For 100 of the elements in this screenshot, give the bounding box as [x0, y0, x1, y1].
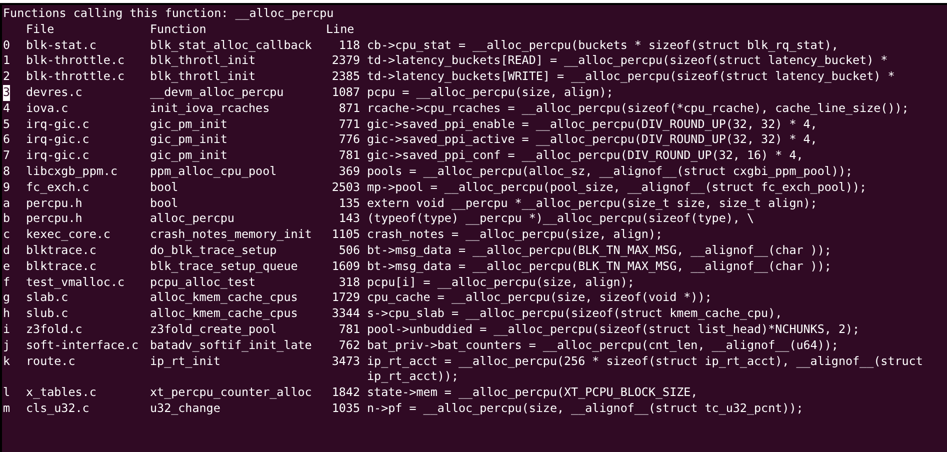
column-header: Function: [150, 22, 206, 38]
code-text: td->latency_buckets[READ] = __alloc_percpu(sizeof(struct latency_bucket) *: [367, 53, 888, 68]
row-index[interactable]: e: [3, 258, 10, 275]
line-number: 318: [338, 274, 360, 290]
row-index[interactable]: 5: [3, 116, 10, 132]
row-index[interactable]: 6: [3, 132, 10, 148]
code-text: pools = __alloc_percpu(alloc_sz, __alignof__(struct cxgbi_ppm_pool));: [367, 164, 853, 178]
file-name: devres.c: [26, 84, 82, 101]
line-number: 1842: [332, 385, 360, 401]
function-name: pcpu_alloc_test: [150, 274, 256, 290]
row-index[interactable]: 9: [3, 180, 10, 196]
code-text: bat_priv->bat_counters = __alloc_percpu(cnt_len, __alignof__(u64));: [367, 338, 838, 352]
function-name: blk_throtl_init: [150, 53, 256, 70]
line-number: 1087: [332, 84, 360, 101]
function-name: __devm_alloc_percpu: [150, 84, 284, 101]
file-name: blk-stat.c: [26, 38, 96, 54]
file-name: irq-gic.c: [26, 116, 90, 132]
function-name: gic_pm_init: [150, 116, 228, 132]
row-index[interactable]: 2: [3, 69, 10, 85]
function-name: z3fold_create_pool: [150, 322, 277, 338]
line-number: 871: [338, 100, 360, 117]
line-number: 1729: [332, 290, 360, 306]
row-index[interactable]: a: [3, 196, 10, 212]
file-name: irq-gic.c: [26, 148, 90, 164]
function-name: bool: [150, 196, 178, 212]
line-number: 776: [338, 132, 360, 148]
line-number: 135: [338, 196, 360, 212]
header-text: Functions calling this function: __alloc_percpu: [3, 6, 334, 22]
code-text: ip_rt_acct = __alloc_percpu(256 * sizeof(struct ip_rt_acct), __alignof__(struct ip_rt_acct));: [367, 354, 924, 384]
row-index[interactable]: i: [3, 322, 10, 338]
code-text: n->pf = __alloc_percpu(size, __alignof__(struct tc_u32_pcnt));: [367, 400, 804, 415]
file-name: irq-gic.c: [26, 132, 90, 148]
code-text: s->cpu_slab = __alloc_percpu(sizeof(struct kmem_cache_cpu),: [367, 306, 782, 320]
row-index[interactable]: b: [3, 211, 10, 228]
file-name: slab.c: [26, 290, 68, 306]
code-text: cb->cpu_stat = __alloc_percpu(buckets * sizeof(struct blk_rq_stat),: [367, 38, 838, 52]
code-text: pool->unbuddied = __alloc_percpu(sizeof(struct list_head)*NCHUNKS, 2);: [367, 322, 860, 336]
code-text: bt->msg_data = __alloc_percpu(BLK_TN_MAX_MSG, __alignof__(char ));: [367, 258, 832, 273]
function-name: alloc_kmem_cache_cpus: [150, 306, 298, 322]
code-text: rcache->cpu_rcaches = __alloc_percpu(sizeof(*cpu_rcache), cache_line_size());: [367, 100, 909, 115]
line-number: 1105: [332, 227, 360, 243]
file-name: test_vmalloc.c: [26, 274, 125, 290]
code-text: gic->saved_ppi_active = __alloc_percpu(DIV_ROUND_UP(32, 32) * 4,: [367, 132, 818, 146]
row-index[interactable]: l: [3, 385, 10, 401]
line-number: 781: [338, 148, 360, 164]
column-header: File: [26, 22, 54, 38]
line-number: 771: [338, 116, 360, 132]
row-index[interactable]: g: [3, 290, 10, 306]
line-number: 2503: [332, 180, 360, 196]
code-text: bt->msg_data = __alloc_percpu(BLK_TN_MAX_MSG, __alignof__(char ));: [367, 242, 832, 257]
code-text: crash_notes = __alloc_percpu(size, align);: [367, 227, 663, 242]
row-index[interactable]: j: [3, 338, 10, 354]
row-index[interactable]: f: [3, 274, 10, 290]
file-name: percpu.h: [26, 196, 82, 212]
code-text: pcpu[i] = __alloc_percpu(size, align);: [367, 274, 634, 289]
code-text: cpu_cache = __alloc_percpu(size, sizeof(void *));: [367, 290, 712, 304]
function-name: xt_percpu_counter_alloc: [150, 385, 312, 401]
code-text: state->mem = __alloc_percpu(XT_PCPU_BLOCK_SIZE,: [367, 385, 698, 400]
file-name: libcxgb_ppm.c: [26, 164, 118, 180]
function-name: ppm_alloc_cpu_pool: [150, 164, 277, 180]
file-name: percpu.h: [26, 211, 82, 228]
row-index[interactable]: c: [3, 227, 10, 243]
function-name: init_iova_rcaches: [150, 100, 270, 117]
file-name: route.c: [26, 354, 76, 370]
function-name: batadv_softif_init_late: [150, 338, 312, 354]
code-text: (typeof(type) __percpu *)__alloc_percpu(sizeof(type), \: [367, 211, 754, 226]
line-number: 2385: [332, 69, 360, 85]
row-index[interactable]: m: [3, 400, 10, 417]
file-name: blk-throttle.c: [26, 53, 125, 70]
line-number: 1609: [332, 258, 360, 275]
file-name: blktrace.c: [26, 258, 96, 275]
row-index[interactable]: 1: [3, 53, 10, 70]
function-name: u32_change: [150, 400, 220, 417]
line-number: 3344: [332, 306, 360, 322]
code-text: gic->saved_ppi_conf = __alloc_percpu(DIV_ROUND_UP(32, 16) * 4,: [367, 148, 804, 162]
line-number: 762: [338, 338, 360, 354]
function-name: blk_stat_alloc_callback: [150, 38, 312, 54]
function-name: alloc_kmem_cache_cpus: [150, 290, 298, 306]
row-index[interactable]: d: [3, 242, 10, 259]
line-number: 143: [338, 211, 360, 228]
row-index[interactable]: 0: [3, 38, 10, 54]
function-name: crash_notes_memory_init: [150, 227, 312, 243]
function-name: blk_trace_setup_queue: [150, 258, 298, 275]
row-index[interactable]: 8: [3, 164, 10, 180]
row-index[interactable]: h: [3, 306, 10, 322]
row-index[interactable]: k: [3, 354, 10, 370]
row-index[interactable]: 3: [3, 84, 10, 101]
code-text: extern void __percpu *__alloc_percpu(size_t size, size_t align);: [367, 196, 818, 210]
function-name: gic_pm_init: [150, 132, 228, 148]
code-text: pcpu = __alloc_percpu(size, align);: [367, 84, 614, 99]
file-name: soft-interface.c: [26, 338, 139, 354]
line-number: 118: [338, 38, 360, 54]
function-name: bool: [150, 180, 178, 196]
file-name: blktrace.c: [26, 242, 96, 259]
line-number: 1035: [332, 400, 360, 417]
line-number: 2379: [332, 53, 360, 70]
row-index[interactable]: 4: [3, 100, 10, 117]
file-name: z3fold.c: [26, 322, 82, 338]
code-text: gic->saved_ppi_enable = __alloc_percpu(DIV_ROUND_UP(32, 32) * 4,: [367, 116, 818, 131]
row-index[interactable]: 7: [3, 148, 10, 164]
